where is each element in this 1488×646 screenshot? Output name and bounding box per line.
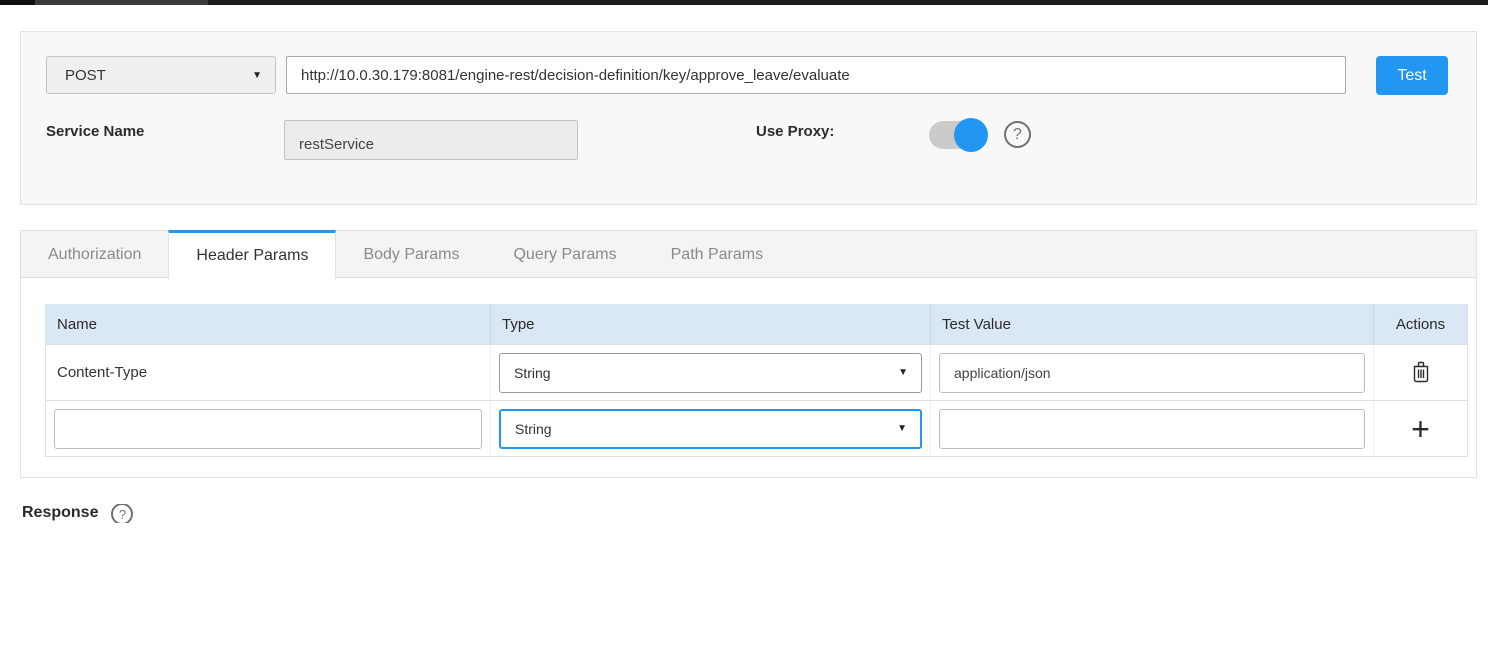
param-test-value-input[interactable] — [939, 353, 1365, 393]
use-proxy-toggle[interactable] — [929, 121, 985, 149]
chevron-down-icon: ▼ — [897, 423, 920, 434]
column-header-actions: Actions — [1374, 304, 1467, 344]
trash-icon — [1411, 360, 1431, 386]
use-proxy-label: Use Proxy: — [756, 123, 834, 140]
param-type-select[interactable]: String ▼ — [499, 353, 922, 393]
top-bar-corner — [0, 0, 35, 5]
column-header-test-value: Test Value — [931, 304, 1374, 344]
tab-authorization[interactable]: Authorization — [21, 231, 168, 279]
http-method-select[interactable]: POST ▼ — [46, 56, 276, 94]
tab-path-params[interactable]: Path Params — [644, 231, 790, 279]
params-tab-strip: Authorization Header Params Body Params … — [20, 230, 1477, 278]
table-row: String ▼ + — [46, 400, 1467, 456]
proxy-help-icon[interactable]: ? — [1004, 121, 1031, 148]
param-type-value: String — [501, 421, 897, 437]
param-name-cell: Content-Type — [46, 345, 491, 400]
delete-row-button[interactable] — [1411, 360, 1431, 386]
param-name-text: Content-Type — [54, 364, 147, 381]
new-param-name-input[interactable] — [54, 409, 482, 449]
column-header-name: Name — [46, 304, 491, 344]
new-param-test-value-input[interactable] — [939, 409, 1365, 449]
test-button[interactable]: Test — [1376, 56, 1448, 95]
service-name-label: Service Name — [46, 123, 144, 140]
request-config-panel: POST ▼ Test Service Name Use Proxy: ? — [20, 31, 1477, 205]
param-value-cell — [931, 345, 1374, 400]
top-bar-segment — [35, 0, 208, 5]
tab-header-params[interactable]: Header Params — [168, 230, 336, 279]
add-row-button[interactable]: + — [1411, 413, 1430, 445]
tab-body-params[interactable]: Body Params — [336, 231, 486, 279]
tab-query-params[interactable]: Query Params — [486, 231, 643, 279]
chevron-down-icon: ▼ — [252, 70, 275, 81]
new-param-type-select[interactable]: String ▼ — [499, 409, 922, 449]
response-help-icon[interactable]: ? — [111, 504, 133, 523]
param-type-cell: String ▼ — [491, 401, 931, 456]
param-actions-cell: + — [1374, 401, 1467, 456]
table-row: Content-Type String ▼ — [46, 344, 1467, 400]
service-name-input[interactable] — [284, 120, 578, 160]
response-section: Response ? — [22, 504, 133, 523]
toggle-knob — [954, 118, 988, 152]
header-params-panel: Name Type Test Value Actions Content-Typ… — [20, 277, 1477, 478]
param-actions-cell — [1374, 345, 1467, 400]
param-value-cell — [931, 401, 1374, 456]
params-table: Name Type Test Value Actions Content-Typ… — [45, 304, 1468, 457]
request-url-input[interactable] — [286, 56, 1346, 94]
response-label: Response — [22, 504, 98, 522]
top-dark-bar — [0, 0, 1488, 5]
chevron-down-icon: ▼ — [898, 367, 921, 378]
plus-icon: + — [1411, 413, 1430, 445]
http-method-value: POST — [47, 67, 252, 84]
table-header-row: Name Type Test Value Actions — [46, 304, 1467, 344]
param-type-value: String — [500, 365, 898, 381]
param-name-cell — [46, 401, 491, 456]
column-header-type: Type — [491, 304, 931, 344]
param-type-cell: String ▼ — [491, 345, 931, 400]
